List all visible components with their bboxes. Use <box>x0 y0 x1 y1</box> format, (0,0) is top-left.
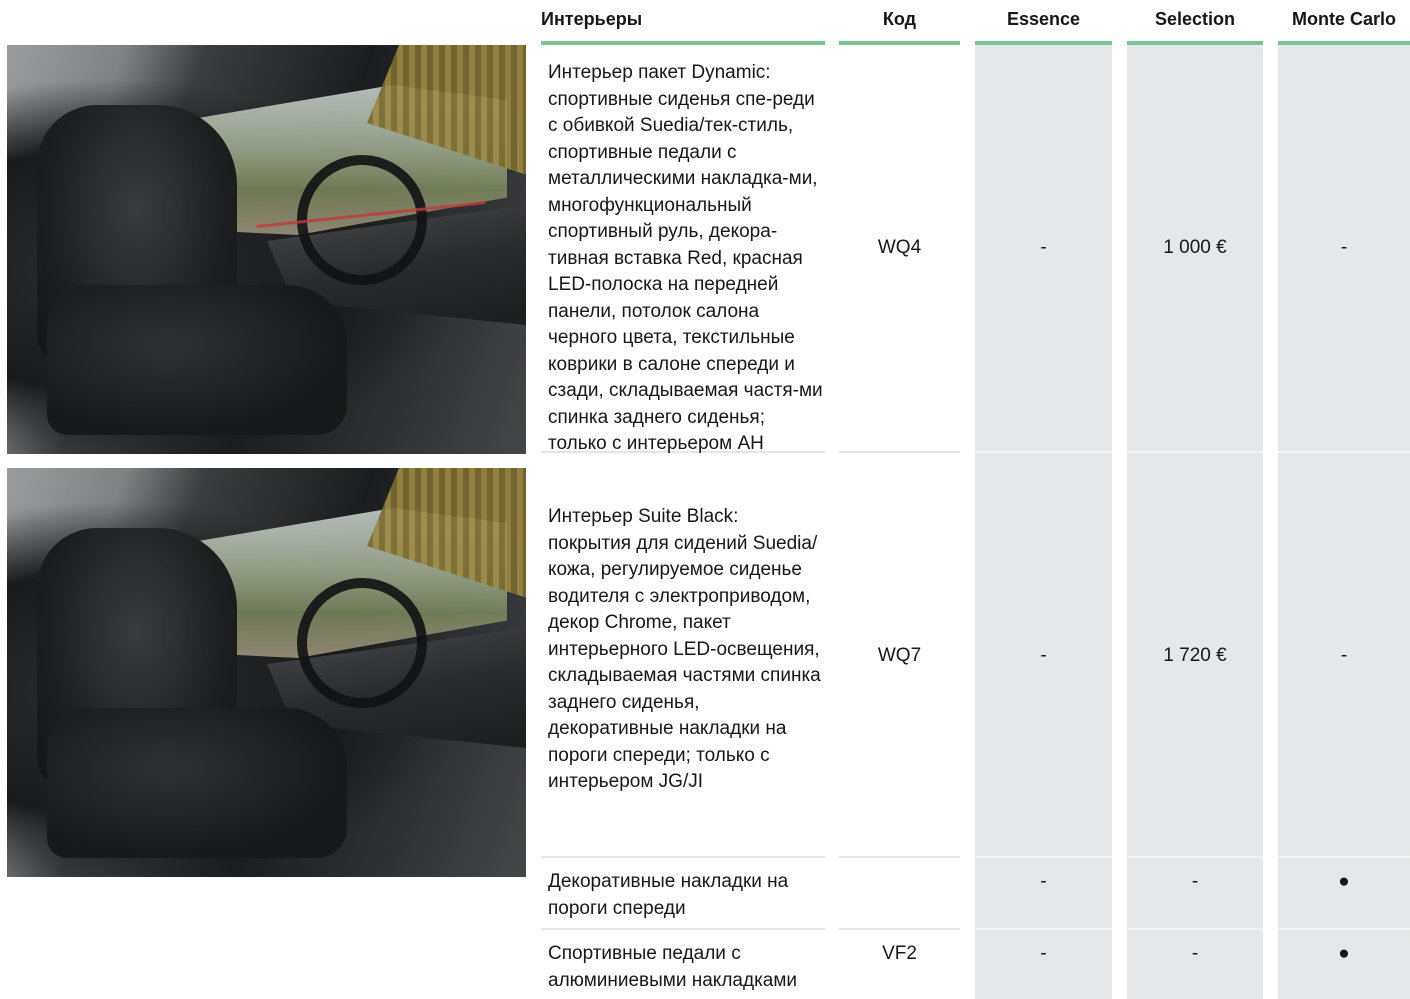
row-essence-dynamic: - <box>1040 237 1047 258</box>
row-divider <box>1127 856 1263 858</box>
interior-photo-suite-black <box>7 468 526 877</box>
row-description-sill-trims: Декоративные накладки на пороги спереди <box>548 871 789 919</box>
row-divider <box>1278 451 1410 453</box>
header-code: Код <box>839 0 960 45</box>
row-essence-sill-trims: - <box>1040 871 1047 892</box>
row-divider <box>839 928 960 930</box>
row-monte-carlo-sport-pedals: ● <box>1338 943 1350 964</box>
row-divider <box>975 928 1112 930</box>
row-divider <box>541 856 825 858</box>
row-essence-sport-pedals: - <box>1040 943 1047 964</box>
row-description-sport-pedals: Спортивные педали с алюминиевыми накладк… <box>548 943 798 991</box>
row-essence-suite-black: - <box>1040 645 1047 666</box>
row-divider <box>541 928 825 930</box>
row-selection-sport-pedals: - <box>1191 943 1199 964</box>
row-monte-carlo-sill-trims: ● <box>1338 871 1350 892</box>
row-code-suite-black: WQ7 <box>877 645 922 666</box>
header-essence: Essence <box>975 0 1112 45</box>
row-selection-sill-trims: - <box>1191 871 1199 892</box>
header-monte-carlo: Monte Carlo <box>1278 0 1410 45</box>
row-monte-carlo-suite-black: - <box>1340 645 1348 666</box>
row-divider <box>975 451 1112 453</box>
row-monte-carlo-dynamic: - <box>1340 237 1348 258</box>
row-code-dynamic: WQ4 <box>877 237 922 258</box>
row-divider <box>839 451 960 453</box>
row-divider <box>1127 451 1263 453</box>
row-selection-dynamic: 1 000 € <box>1163 237 1227 258</box>
row-divider <box>839 856 960 858</box>
row-divider <box>975 856 1112 858</box>
row-divider <box>1278 856 1410 858</box>
row-selection-suite-black: 1 720 € <box>1163 645 1227 666</box>
row-description-dynamic: Интерьер пакет Dynamic: спортивные сиден… <box>548 62 823 454</box>
row-divider <box>1127 928 1263 930</box>
row-divider <box>1278 928 1410 930</box>
row-description-suite-black: Интерьер Suite Black: покрытия для сиден… <box>548 506 821 792</box>
row-code-sport-pedals: VF2 <box>882 943 917 964</box>
interior-photo-dynamic <box>7 45 526 454</box>
header-selection: Selection <box>1127 0 1263 45</box>
header-interiors: Интерьеры <box>541 0 825 45</box>
